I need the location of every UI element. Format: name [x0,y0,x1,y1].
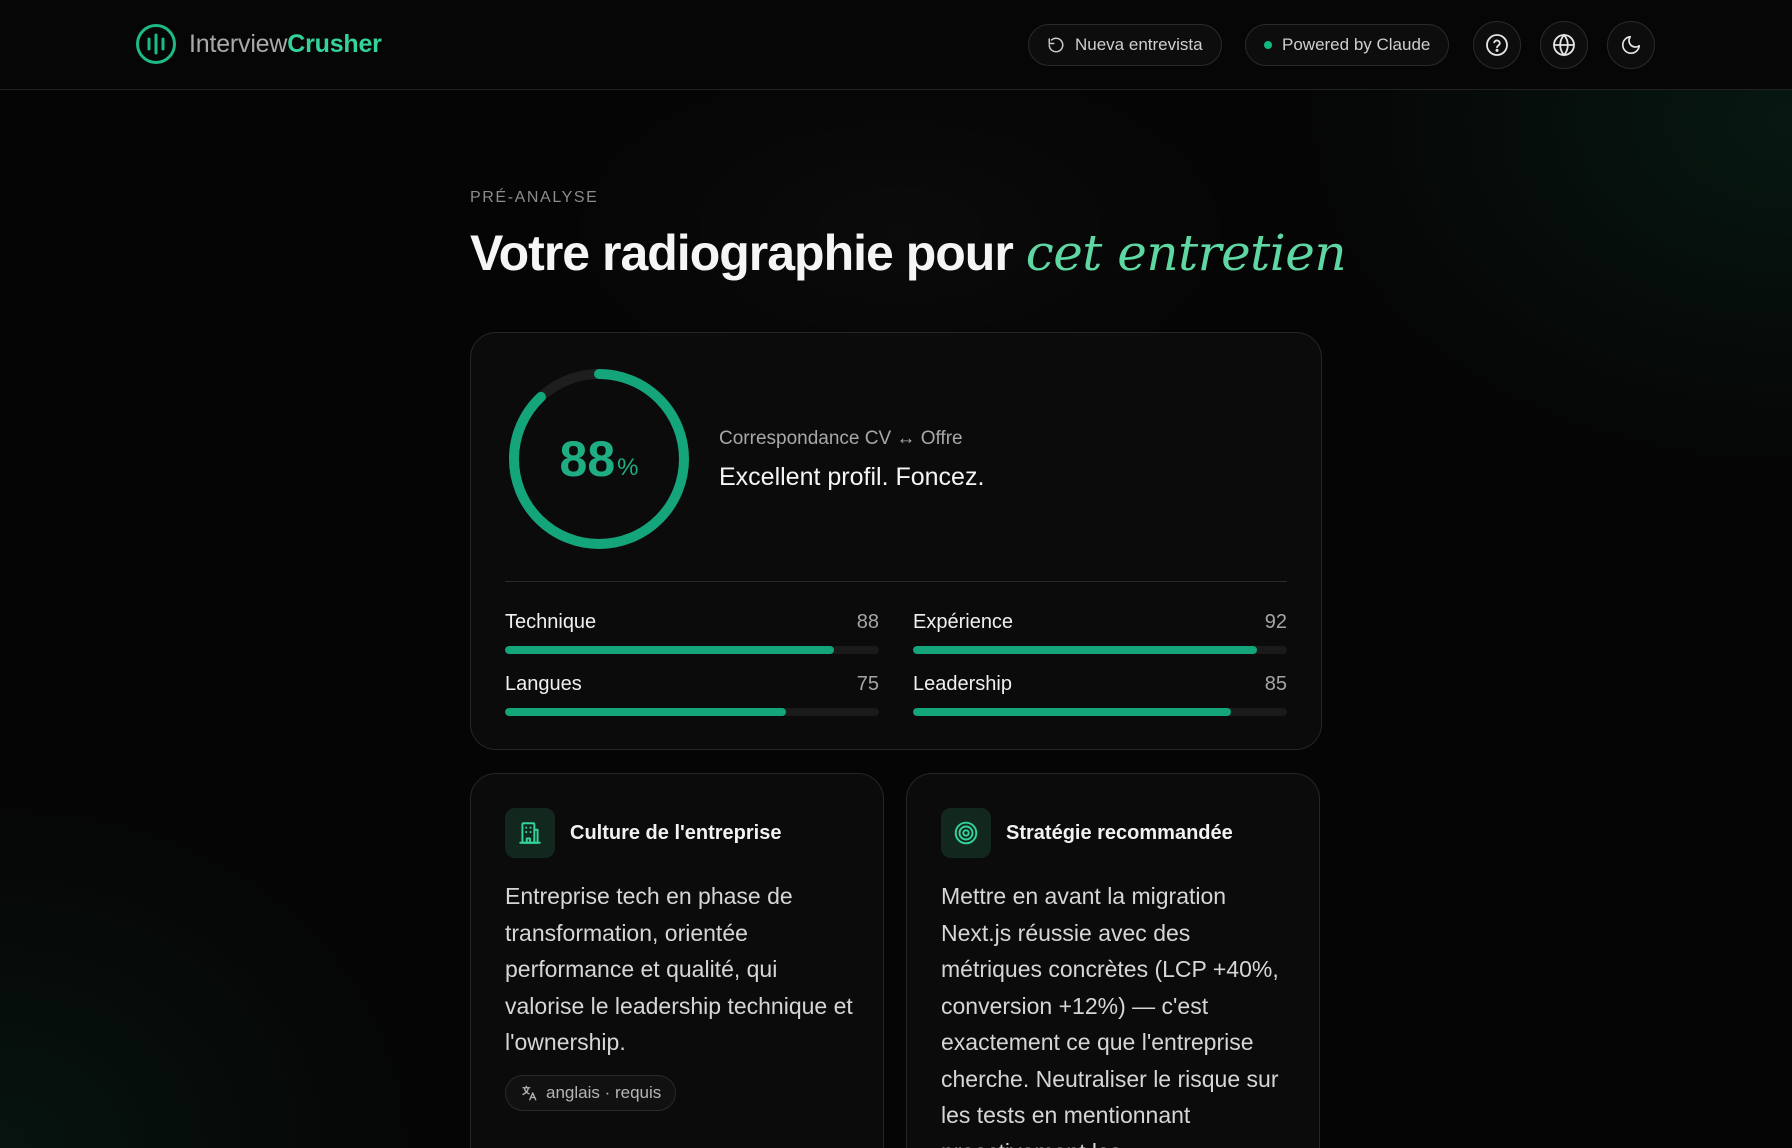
moon-icon [1621,35,1641,55]
metric-experience: Expérience 92 [913,611,1287,654]
page-title-plain: Votre radiographie pour [470,225,1014,281]
metric-bar-track [913,708,1287,716]
target-icon [941,808,991,858]
page-title-emphasis: cet entretien [1025,224,1347,282]
page-title: Votre radiographie pour cet entretien [470,224,1347,282]
metric-label: Leadership [913,673,1012,695]
brand-name: InterviewCrusher [189,30,382,59]
globe-icon [1553,33,1575,57]
metric-bar-track [505,646,879,654]
refresh-icon [1048,37,1064,53]
status-dot-icon [1264,41,1272,49]
company-culture-card: Culture de l'entreprise Entreprise tech … [470,773,884,1148]
powered-by-badge: Powered by Claude [1245,24,1450,66]
metric-label: Technique [505,611,597,633]
help-icon [1486,34,1508,56]
match-score-verdict: Excellent profil. Foncez. [719,463,985,491]
metric-bar-fill [505,708,786,716]
metric-bar-track [505,708,879,716]
brand-name-part-2: Crusher [287,29,382,58]
metric-label: Expérience [913,611,1014,633]
recommended-strategy-text: Mettre en avant la migration Next.js réu… [941,883,1279,1148]
section-eyebrow: PRÉ-ANALYSE [470,189,599,206]
metric-value: 75 [856,673,879,695]
metric-leadership: Leadership 85 [913,673,1287,716]
powered-by-label: Powered by Claude [1282,35,1431,54]
match-score-card: 88% Correspondance CV ↔ Offre Excellent … [470,332,1322,750]
language-requirement-label: anglais · requis [546,1083,662,1102]
new-interview-label: Nueva entrevista [1075,35,1203,54]
metric-value: 88 [856,611,879,633]
help-button[interactable] [1473,21,1521,69]
match-score-value: 88 [559,431,616,487]
theme-toggle-button[interactable] [1607,21,1655,69]
match-score-unit: % [617,454,639,481]
translate-icon [522,1085,537,1101]
metric-value: 85 [1264,673,1287,695]
language-requirement-chip: anglais · requis [505,1075,677,1111]
recommended-strategy-card: Stratégie recommandée Mettre en avant la… [906,773,1320,1148]
divider [505,581,1287,582]
metric-bar-track [913,646,1287,654]
brand-name-part-1: Interview [189,29,288,58]
brand-logo[interactable]: InterviewCrusher [135,23,382,65]
building-icon [505,808,555,858]
company-culture-title: Culture de l'entreprise [570,822,782,844]
metric-bar-fill [913,646,1258,654]
metric-technique: Technique 88 [505,611,879,654]
language-button[interactable] [1540,21,1588,69]
metric-bar-fill [913,708,1231,716]
metric-bar-fill [505,646,835,654]
metric-label: Langues [505,673,582,695]
metric-value: 92 [1264,611,1287,633]
match-score-label: Correspondance CV ↔ Offre [719,428,963,449]
top-header: InterviewCrusher Nueva entrevista Powere… [0,0,1792,90]
audio-wave-logo-icon [136,24,176,64]
company-culture-text: Entreprise tech en phase de transformati… [505,883,853,1055]
metric-langues: Langues 75 [505,673,879,716]
recommended-strategy-title: Stratégie recommandée [1006,822,1233,844]
new-interview-button[interactable]: Nueva entrevista [1028,24,1222,66]
match-score-value-wrap: 88% [505,365,693,553]
